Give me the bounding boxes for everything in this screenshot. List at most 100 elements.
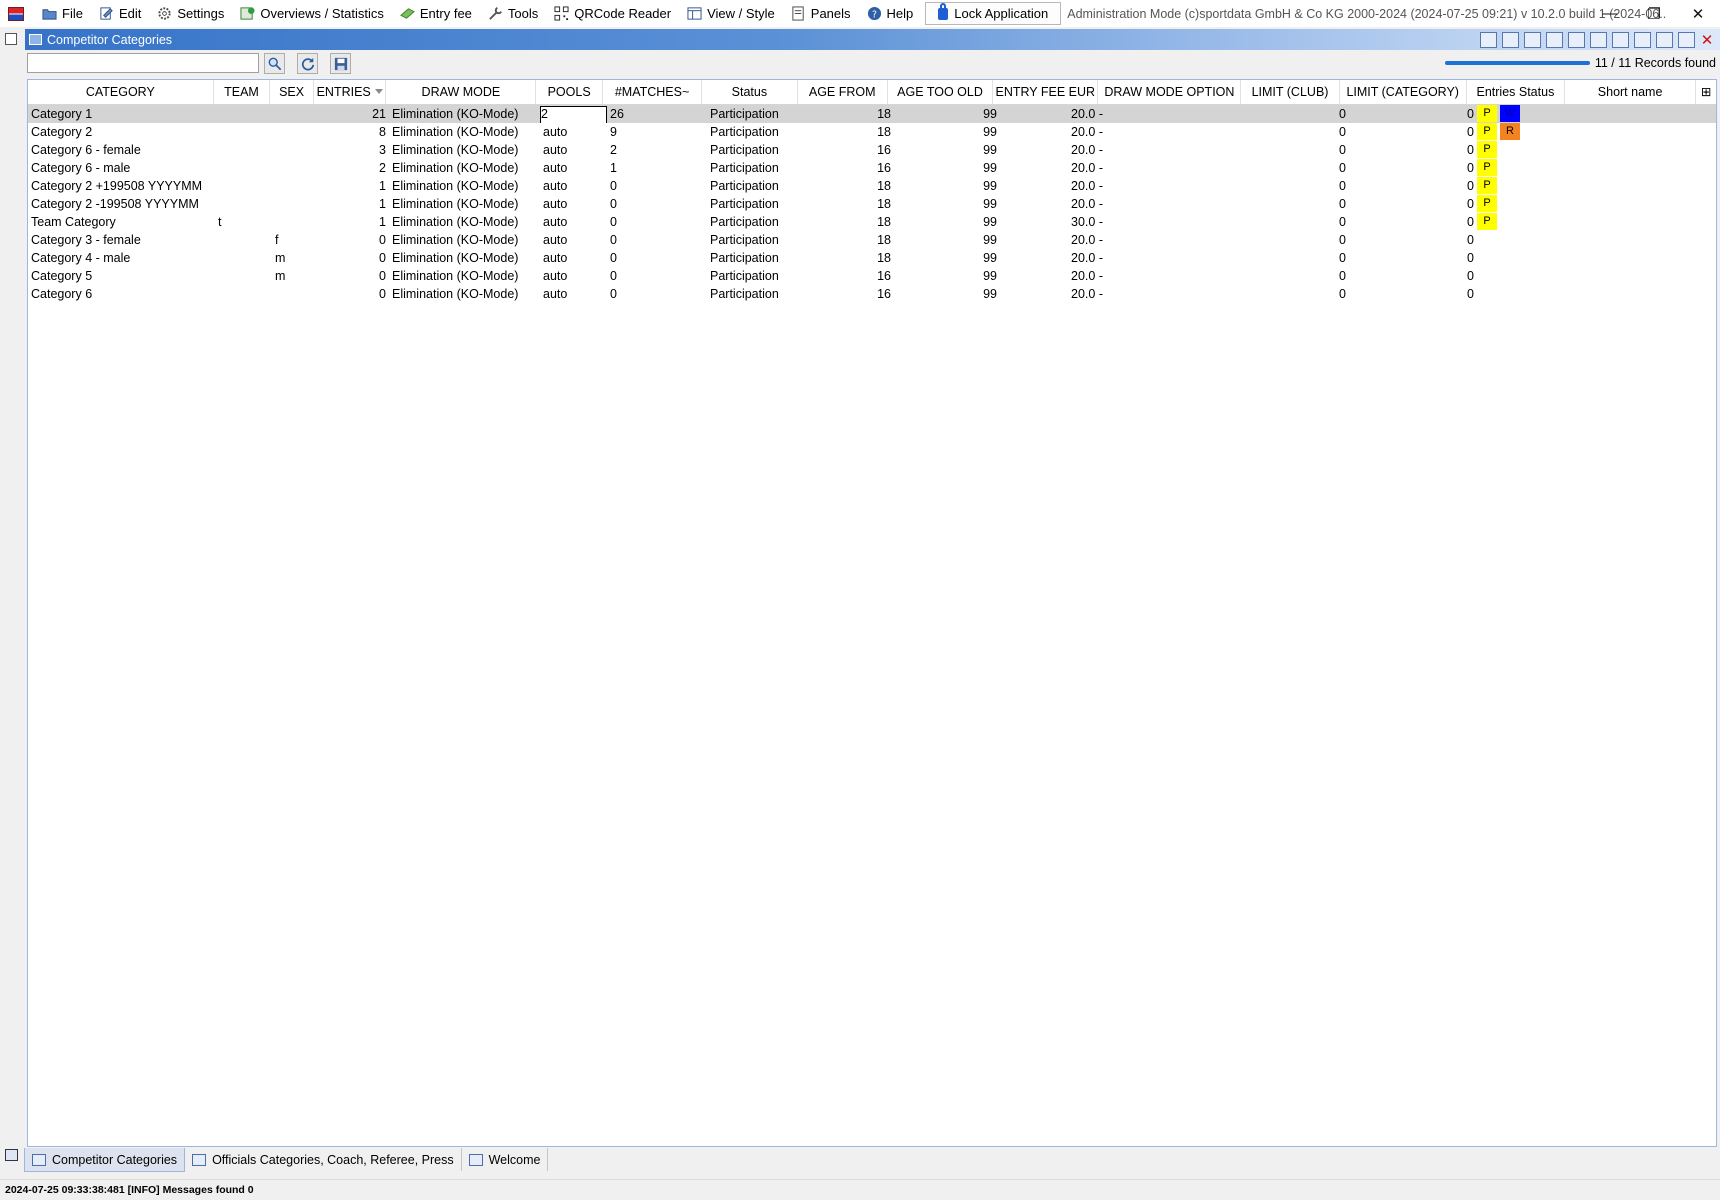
menu-settings[interactable]: Settings [149,0,232,27]
menu-panels[interactable]: Panels [783,0,859,27]
col-entries-header[interactable]: ENTRIES [314,80,387,104]
short-name-cell [1576,249,1708,267]
col-limit-club-header[interactable]: LIMIT (CLUB) [1241,80,1340,104]
entry-fee-cell: 20.0 - [1071,287,1103,301]
col-team-header[interactable]: TEAM [214,80,271,104]
category-cell: Category 2 -199508 YYYYMM [31,197,199,211]
tab-welcome[interactable]: Welcome [462,1148,549,1171]
table-row[interactable]: Category 5 m 0 Elimination (KO-Mode) auto 0 Pa… [28,267,1716,285]
panel-window-icon [29,34,42,45]
table-row[interactable]: Category 6 - male 2 Elimination (KO-Mode) a… [28,159,1716,177]
limit-club-cell: 0 [1339,287,1346,301]
edit-record-icon[interactable] [1568,32,1585,48]
window-controls: — ❐ ✕ [1588,0,1720,27]
grid-icon[interactable] [1656,32,1673,48]
sex-cell: m [275,251,286,265]
panel-toolbar: ✕ [1480,31,1714,49]
table-row[interactable]: Category 4 - male m 0 Elimination (KO-Mode)… [28,249,1716,267]
panels-icon [792,6,804,21]
team-cell: t [218,215,222,229]
menu-file[interactable]: File [34,0,91,27]
col-age-from-header[interactable]: AGE FROM [798,80,888,104]
rows-icon[interactable] [1612,32,1629,48]
table-row[interactable]: Category 1 21 Elimination (KO-Mode) 2 26 Part… [28,105,1716,123]
col-short-name-header[interactable]: Short name [1565,80,1697,104]
table-row[interactable]: Category 3 - female f 0 Elimination (KO-Mod… [28,231,1716,249]
menu-help[interactable]: ? Help [859,0,922,27]
minimize-button[interactable]: — [1588,0,1632,27]
entries-status-badge: P [1477,195,1497,212]
search-input[interactable] [27,53,259,73]
col-pools-header[interactable]: POOLS [536,80,603,104]
col-limit-category-header[interactable]: LIMIT (CATEGORY) [1340,80,1467,104]
col-status-header[interactable]: Status [702,80,798,104]
tab-officials-categories[interactable]: Officials Categories, Coach, Referee, Pr… [185,1148,462,1171]
entries-status-badge: P [1477,159,1497,176]
copy-panel-icon[interactable] [5,33,17,45]
menu-tools[interactable]: Tools [480,0,546,27]
paste-icon[interactable] [1502,32,1519,48]
col-draw-mode-header[interactable]: DRAW MODE [386,80,537,104]
save-button[interactable] [330,53,351,74]
age-too-old-cell: 99 [983,251,997,265]
table-row[interactable]: Team Category t 1 Elimination (KO-Mode) auto… [28,213,1716,231]
open-folder-icon[interactable] [1480,32,1497,48]
table-row[interactable]: Category 6 0 Elimination (KO-Mode) auto 0 Par… [28,285,1716,303]
draw-mode-cell: Elimination (KO-Mode) [392,197,519,211]
table-row[interactable]: Category 2 +199508 YYYYMM 1 Elimination (K… [28,177,1716,195]
limit-category-cell: 0 [1467,143,1474,157]
lock-application-button[interactable]: Lock Application [925,2,1062,25]
menu-view-style[interactable]: View / Style [679,0,783,27]
table-row[interactable]: Category 6 - female 3 Elimination (KO-Mode… [28,141,1716,159]
dock-panels-icon[interactable] [5,1149,18,1161]
menu-edit-label: Edit [118,6,142,21]
column-chooser-icon[interactable]: ⊞ [1696,80,1716,104]
limit-club-cell: 0 [1339,233,1346,247]
category-cell: Category 2 [31,125,93,139]
menu-edit[interactable]: Edit [91,0,149,27]
entries-status-cell [1477,285,1576,303]
print-icon[interactable] [1634,32,1651,48]
entries-status-cell [1477,249,1576,267]
close-window-button[interactable]: ✕ [1676,0,1720,27]
col-entries-status-header[interactable]: Entries Status [1467,80,1566,104]
table-body: Category 1 21 Elimination (KO-Mode) 2 26 Part… [28,105,1716,303]
filter-toolbar: 11 / 11 Records found [25,50,1720,77]
menu-qrcode[interactable]: QRCode Reader [546,0,679,27]
tab-competitor-categories[interactable]: Competitor Categories [24,1148,186,1172]
app-logo-icon[interactable] [8,6,24,21]
columns-icon[interactable] [1590,32,1607,48]
col-matches-header[interactable]: #MATCHES~ [603,80,703,104]
detach-window-icon[interactable] [1678,32,1695,48]
col-sex-header[interactable]: SEX [270,80,314,104]
team-cell [215,177,272,195]
list-view-icon[interactable] [1546,32,1563,48]
pools-edit-input[interactable]: 2 [540,106,607,123]
folder-icon [42,9,57,20]
col-draw-mode-option-header[interactable]: DRAW MODE OPTION [1098,80,1242,104]
entries-status-cell [1477,267,1576,285]
menu-entry-fee[interactable]: Entry fee [392,0,480,27]
col-category-header[interactable]: CATEGORY [28,80,214,104]
search-icon [268,57,281,70]
restore-button[interactable]: ❐ [1632,0,1676,27]
table-row[interactable]: Category 2 -199508 YYYYMM 1 Elimination (K… [28,195,1716,213]
table-row[interactable]: Category 2 8 Elimination (KO-Mode) auto 9 Par… [28,123,1716,141]
search-button[interactable] [264,53,285,74]
col-age-too-old-header[interactable]: AGE TOO OLD [888,80,994,104]
category-cell: Category 2 +199508 YYYYMM [31,179,203,193]
qrcode-icon [554,6,569,21]
entries-status-badge: P [1477,105,1497,122]
menu-overviews[interactable]: Overviews / Statistics [232,0,392,27]
matches-cell: 0 [610,269,617,283]
entry-fee-cell: 20.0 - [1071,251,1103,265]
short-name-cell [1576,123,1708,141]
close-panel-icon[interactable]: ✕ [1700,31,1714,49]
menu-tools-label: Tools [507,6,539,21]
refresh-button[interactable] [297,53,318,74]
age-too-old-cell: 99 [983,125,997,139]
entry-fee-cell: 20.0 - [1071,143,1103,157]
col-entry-fee-header[interactable]: ENTRY FEE EUR [993,80,1099,104]
entries-cell: 2 [379,161,386,175]
form-view-icon[interactable] [1524,32,1541,48]
